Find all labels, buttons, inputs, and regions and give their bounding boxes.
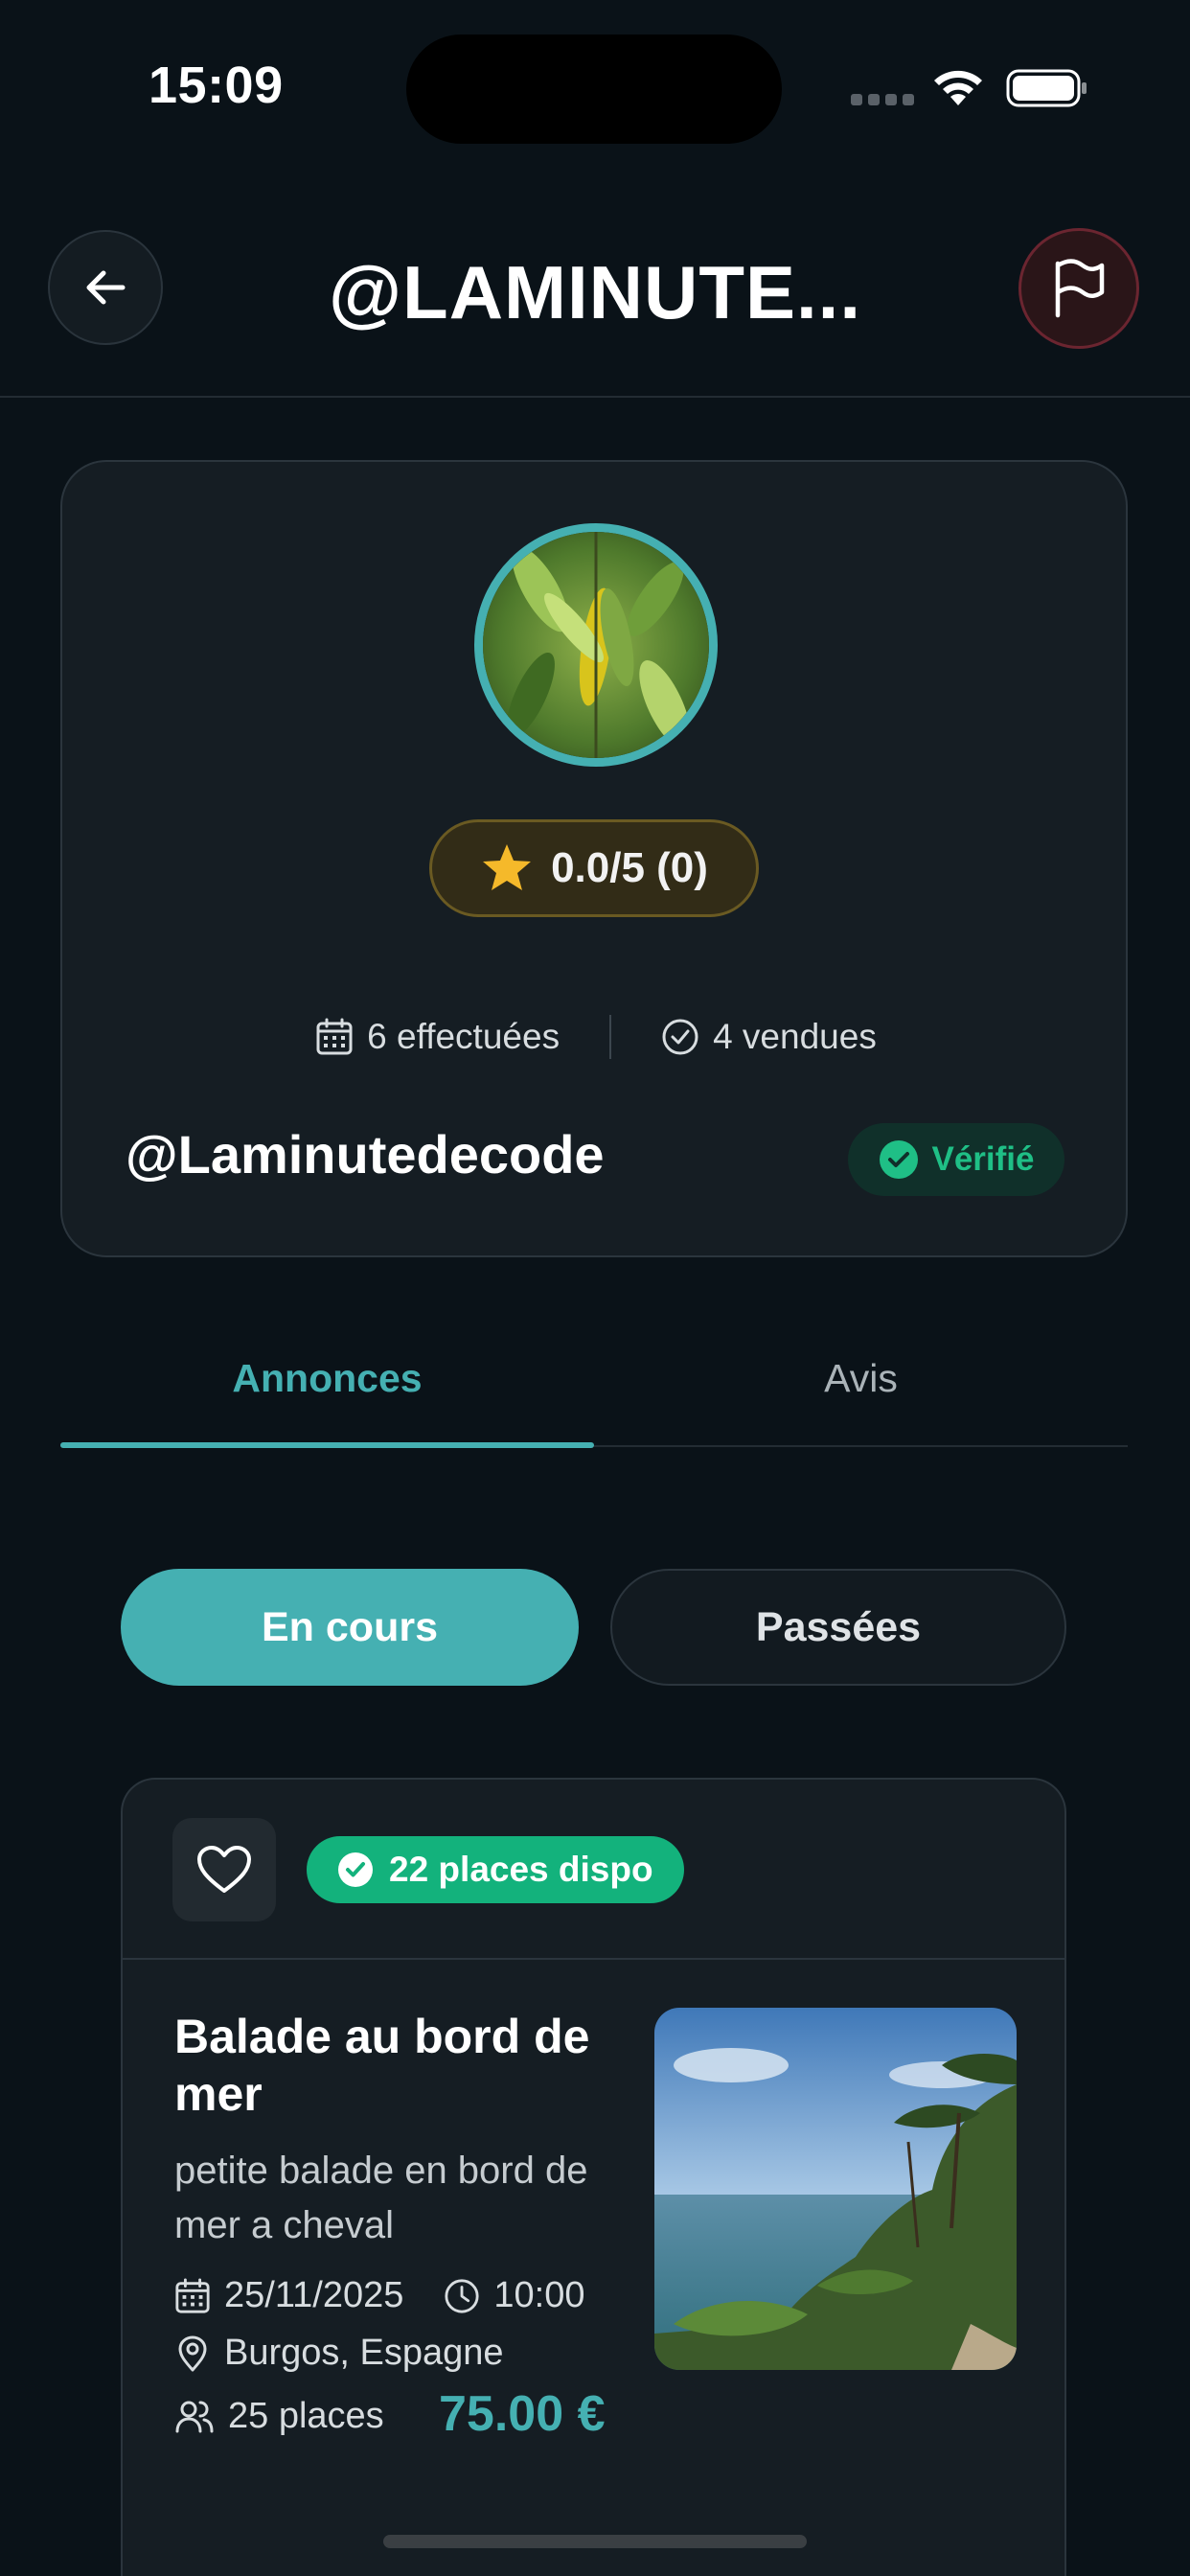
listing-places-row: 25 places <box>174 2396 384 2437</box>
stat-sold-label: 4 vendues <box>713 1017 877 1056</box>
report-button[interactable] <box>1018 228 1139 349</box>
listing-time: 10:00 <box>493 2275 585 2315</box>
page-title: @LAMINUTE... <box>328 250 862 334</box>
rating-badge: 0.0/5 (0) <box>429 819 759 917</box>
listing-date: 25/11/2025 <box>224 2275 404 2315</box>
profile-card: 0.0/5 (0) 6 effectuées 4 vendues @Laminu… <box>60 460 1128 1257</box>
avatar-image <box>483 532 709 758</box>
listing-description: petite balade en bord de mer a cheval <box>174 2150 588 2246</box>
listing-location: Burgos, Espagne <box>224 2333 504 2373</box>
listing-places: 25 places <box>228 2396 384 2436</box>
favorite-button[interactable] <box>172 1818 276 1921</box>
dynamic-island <box>406 34 782 144</box>
availability-label: 22 places dispo <box>389 1850 653 1889</box>
listing-image <box>654 2008 1017 2370</box>
tabs: Annonces Avis <box>60 1337 1128 1448</box>
heart-icon <box>197 1846 251 1893</box>
rating-value: 0.0/5 (0) <box>551 844 708 891</box>
header: @LAMINUTE... <box>0 211 1190 398</box>
clock-icon <box>445 2278 479 2313</box>
stat-completed: 6 effectuées <box>315 1017 560 1057</box>
seaside-photo <box>654 2008 1017 2370</box>
status-time: 15:09 <box>149 57 284 114</box>
location-pin-icon <box>178 2335 207 2371</box>
home-indicator[interactable] <box>383 2535 807 2548</box>
listing-price: 75.00 € <box>439 2386 606 2442</box>
arrow-left-icon <box>86 270 126 305</box>
status-bar: 15:09 <box>0 0 1190 172</box>
calendar-icon <box>175 2277 210 2313</box>
listing-card[interactable]: 22 places dispo Balade au bord de mer pe… <box>121 1778 1066 2576</box>
avatar[interactable] <box>474 523 718 767</box>
tab-avis[interactable]: Avis <box>594 1356 1128 1401</box>
username: @Laminutedecode <box>126 1124 605 1184</box>
tab-annonces[interactable]: Annonces <box>60 1356 594 1401</box>
cellular-signal-icon <box>851 94 914 105</box>
check-circle-icon <box>662 1019 698 1055</box>
verified-label: Vérifié <box>931 1140 1035 1178</box>
verified-check-icon <box>879 1140 918 1179</box>
filter-passees-button[interactable]: Passées <box>610 1569 1066 1686</box>
tab-active-indicator <box>60 1442 594 1448</box>
listing-card-header: 22 places dispo <box>123 1780 1064 1960</box>
listing-title: Balade au bord de mer <box>174 2010 590 2121</box>
verified-badge: Vérifié <box>848 1123 1064 1196</box>
back-button[interactable] <box>48 230 163 345</box>
stat-completed-label: 6 effectuées <box>367 1017 561 1056</box>
wifi-icon <box>934 70 982 105</box>
availability-badge: 22 places dispo <box>307 1836 684 1903</box>
stat-sold: 4 vendues <box>661 1017 877 1057</box>
stats-divider <box>609 1015 612 1059</box>
battery-icon <box>1006 69 1087 107</box>
listing-datetime-row: 25/11/2025 10:00 <box>174 2275 584 2316</box>
users-icon <box>175 2401 214 2432</box>
filter-en-cours-button[interactable]: En cours <box>121 1569 579 1686</box>
flag-icon <box>1055 259 1105 318</box>
star-icon <box>483 844 532 890</box>
listing-location-row: Burgos, Espagne <box>174 2333 504 2374</box>
calendar-icon <box>316 1018 353 1055</box>
check-circle-icon <box>338 1852 373 1887</box>
stats-row: 6 effectuées 4 vendues <box>62 1008 1130 1066</box>
